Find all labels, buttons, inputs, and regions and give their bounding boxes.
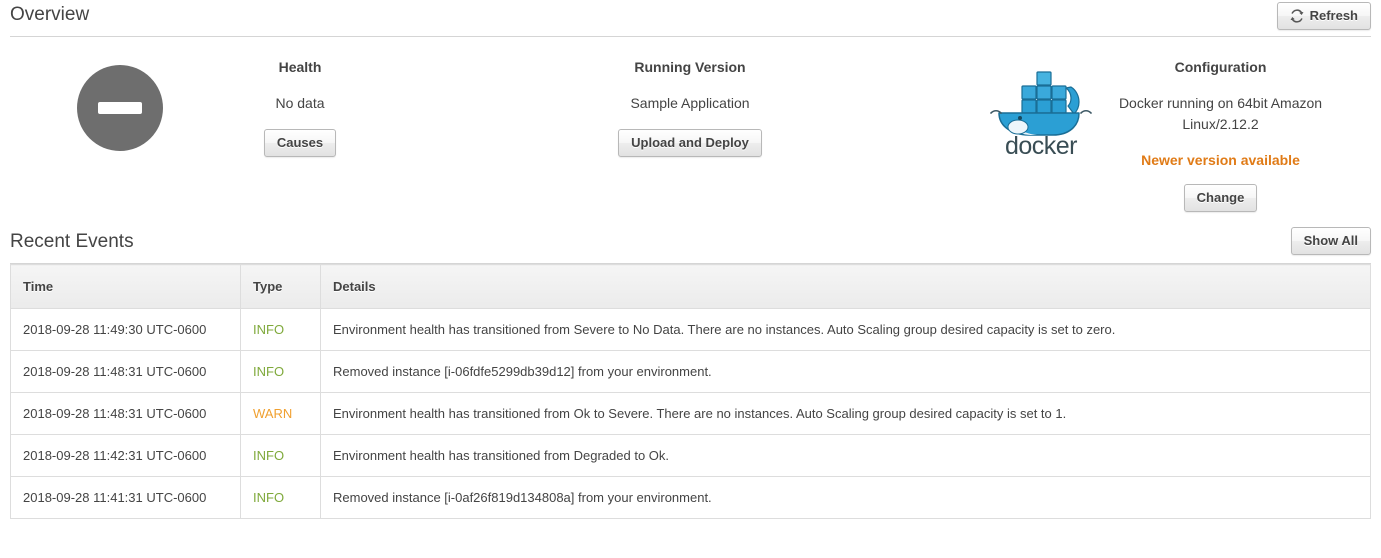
overview-header: Overview Refresh [0, 0, 1381, 30]
health-body: Health No data Causes [190, 59, 410, 157]
column-header-time[interactable]: Time [10, 264, 241, 309]
version-value: Sample Application [630, 95, 750, 111]
page-title: Overview [10, 4, 90, 25]
event-time: 2018-09-28 11:49:30 UTC-0600 [10, 308, 241, 351]
column-header-type[interactable]: Type [240, 264, 321, 309]
health-bar-glyph [98, 102, 142, 114]
event-details: Environment health has transitioned from… [320, 434, 1371, 477]
table-header-row: Time Type Details [10, 264, 1371, 309]
table-row: 2018-09-28 11:41:31 UTC-0600 INFO Removed … [10, 476, 1371, 519]
causes-button[interactable]: Causes [263, 129, 337, 157]
version-heading: Running Version [634, 59, 746, 75]
event-details: Environment health has transitioned from… [320, 392, 1371, 435]
table-head: Time Type Details [10, 264, 1371, 309]
event-time: 2018-09-28 11:48:31 UTC-0600 [10, 350, 241, 393]
overview-panels: Health No data Causes Running Version Sa… [0, 37, 1381, 227]
refresh-button[interactable]: Refresh [1276, 2, 1371, 30]
health-nodata-icon [77, 65, 163, 151]
upload-and-deploy-button[interactable]: Upload and Deploy [618, 129, 762, 157]
docker-logo-icon: docker [987, 65, 1095, 162]
refresh-icon [1290, 9, 1304, 23]
health-value: No data [275, 95, 325, 111]
show-all-button[interactable]: Show All [1290, 227, 1371, 255]
event-type: INFO [240, 350, 321, 393]
event-details: Removed instance [i-06fdfe5299db39d12] f… [320, 350, 1371, 393]
svg-text:docker: docker [1004, 132, 1076, 157]
recent-events-table: Time Type Details 2018-09-28 11:49:30 UT… [10, 264, 1371, 519]
table-row: 2018-09-28 11:49:30 UTC-0600 INFO Environm… [10, 308, 1371, 351]
configuration-heading: Configuration [1174, 59, 1267, 75]
event-details: Environment health has transitioned from… [320, 308, 1371, 351]
table-body: 2018-09-28 11:49:30 UTC-0600 INFO Environm… [10, 308, 1371, 519]
refresh-button-label: Refresh [1309, 8, 1358, 23]
event-details: Removed instance [i-0af26f819d134808a] f… [320, 476, 1371, 519]
column-header-details[interactable]: Details [320, 264, 1371, 309]
event-type: INFO [240, 476, 321, 519]
table-row: 2018-09-28 11:48:31 UTC-0600 WARN Environm… [10, 392, 1371, 435]
panel-running-version: Running Version Sample Application Uploa… [460, 59, 920, 157]
platform-icon-wrap: docker [971, 59, 1111, 162]
event-type: WARN [240, 392, 321, 435]
event-time: 2018-09-28 11:48:31 UTC-0600 [10, 392, 241, 435]
configuration-value: Docker running on 64bit Amazon Linux/2.1… [1118, 95, 1323, 132]
event-type: INFO [240, 434, 321, 477]
panel-configuration: docker Configuration Docker running on 6… [920, 59, 1381, 212]
table-row: 2018-09-28 11:48:31 UTC-0600 INFO Removed … [10, 350, 1371, 393]
panel-health: Health No data Causes [0, 59, 460, 157]
health-heading: Health [278, 59, 322, 75]
change-configuration-button[interactable]: Change [1183, 184, 1258, 212]
configuration-body: Configuration Docker running on 64bit Am… [1111, 59, 1331, 212]
event-time: 2018-09-28 11:41:31 UTC-0600 [10, 476, 241, 519]
health-status-icon-wrap [50, 59, 190, 151]
recent-events-table-wrap: Time Type Details 2018-09-28 11:49:30 UT… [0, 264, 1381, 519]
recent-events-title: Recent Events [10, 231, 134, 252]
recent-events-header: Recent Events Show All [0, 227, 1381, 257]
newer-version-note: Newer version available [1141, 152, 1300, 168]
event-time: 2018-09-28 11:42:31 UTC-0600 [10, 434, 241, 477]
version-body: Running Version Sample Application Uploa… [580, 59, 800, 157]
event-type: INFO [240, 308, 321, 351]
table-row: 2018-09-28 11:42:31 UTC-0600 INFO Environm… [10, 434, 1371, 477]
